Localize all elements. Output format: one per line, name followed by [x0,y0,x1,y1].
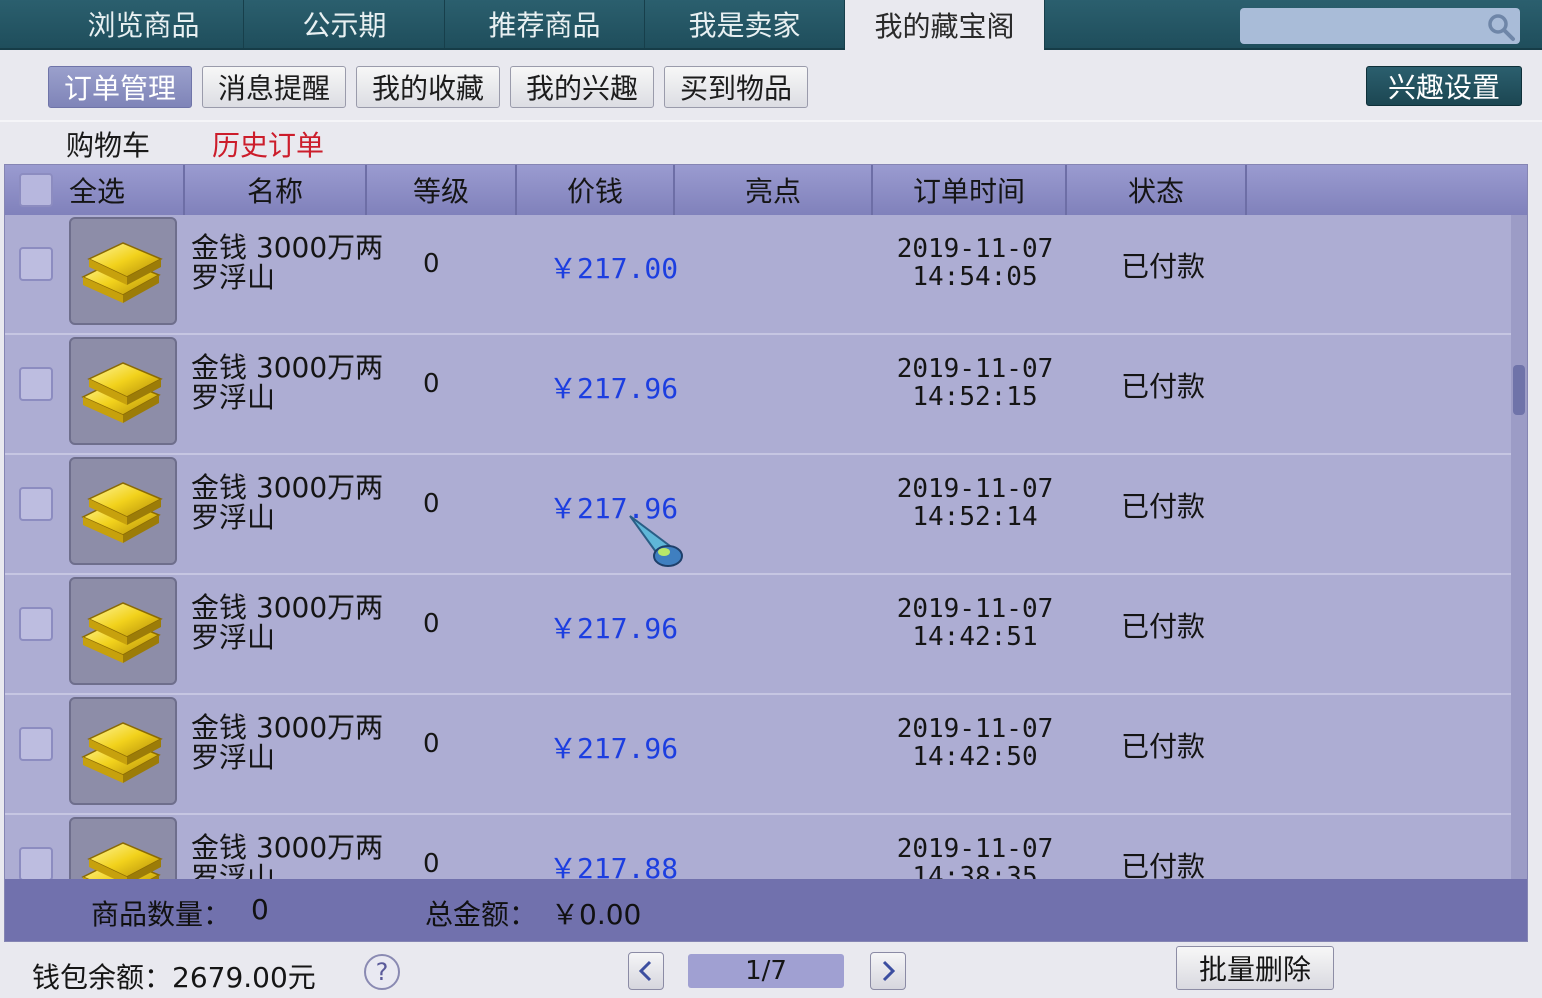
top-nav-bar: 浏览商品 公示期 推荐商品 我是卖家 我的藏宝阁 [0,0,1542,50]
row-checkbox[interactable] [19,247,53,281]
order-time: 2019-11-07 14:54:05 [896,234,1054,292]
table-row[interactable]: 金钱 3000万两 罗浮山 0 ￥217.88 2019-11-07 14:38… [5,815,1511,879]
item-price: ￥217.96 [549,372,679,405]
row-checkbox[interactable] [19,727,53,761]
divider [0,120,1542,122]
prev-page-button[interactable] [628,952,664,990]
order-status: 已付款 [1121,490,1206,523]
cursor-icon [629,515,683,567]
table-body: 金钱 3000万两 罗浮山 0 ￥217.00 2019-11-07 14:54… [5,215,1511,879]
chevron-left-icon [638,960,652,982]
item-name: 金钱 3000万两 罗浮山 [191,591,384,654]
subtab-message-reminder[interactable]: 消息提醒 [202,66,346,108]
gold-ingot-icon [69,337,177,445]
item-price: ￥217.88 [549,852,679,879]
next-page-button[interactable] [870,952,906,990]
table-row[interactable]: 金钱 3000万两 罗浮山 0 ￥217.96 2019-11-07 14:42… [5,575,1511,695]
item-level: 0 [423,729,440,759]
batch-delete-button[interactable]: 批量删除 [1176,946,1334,990]
tab-browse-goods[interactable]: 浏览商品 [44,0,244,48]
order-status: 已付款 [1121,250,1206,283]
row-checkbox[interactable] [19,367,53,401]
subtab-my-interests[interactable]: 我的兴趣 [510,66,654,108]
subtab-purchased-items[interactable]: 买到物品 [664,66,808,108]
help-icon[interactable]: ? [364,954,400,990]
order-time: 2019-11-07 14:42:50 [896,714,1054,772]
item-level: 0 [423,489,440,519]
row-checkbox[interactable] [19,607,53,641]
item-price: ￥217.00 [549,252,679,285]
select-all-checkbox[interactable] [19,173,53,207]
table-header: 全选 名称 等级 价钱 亮点 订单时间 状态 [5,165,1527,215]
item-level: 0 [423,609,440,639]
wallet-balance: 钱包余额：2679.00元 [32,961,316,994]
total-amount-label: 总金额： [425,898,538,931]
header-select-all[interactable]: 全选 [61,165,185,215]
order-status: 已付款 [1121,370,1206,403]
order-time: 2019-11-07 14:52:14 [896,474,1054,532]
header-level: 等级 [367,165,517,215]
interest-settings-button[interactable]: 兴趣设置 [1366,66,1522,106]
item-name: 金钱 3000万两 罗浮山 [191,711,384,774]
scroll-thumb[interactable] [1513,365,1525,415]
table-row[interactable]: 金钱 3000万两 罗浮山 0 ￥217.96 2019-11-07 14:42… [5,695,1511,815]
order-status: 已付款 [1121,850,1206,879]
gold-ingot-icon [69,577,177,685]
header-order-time: 订单时间 [873,165,1067,215]
order-time: 2019-11-07 14:42:51 [896,594,1054,652]
subtab-my-favorites[interactable]: 我的收藏 [356,66,500,108]
item-level: 0 [423,249,440,279]
table-row[interactable]: 金钱 3000万两 罗浮山 0 ￥217.96 2019-11-07 14:52… [5,335,1511,455]
item-count-value: 0 [251,893,269,926]
page-indicator: 1/7 [688,954,844,988]
orders-table: 全选 名称 等级 价钱 亮点 订单时间 状态 金钱 3000万两 罗浮山 0 ￥… [4,164,1528,942]
table-scrollbar[interactable] [1511,215,1527,879]
order-time: 2019-11-07 14:52:15 [896,354,1054,412]
item-name: 金钱 3000万两 罗浮山 [191,231,384,294]
history-orders-link[interactable]: 历史订单 [212,124,324,164]
tab-my-treasure[interactable]: 我的藏宝阁 [845,0,1045,50]
gold-ingot-icon [69,817,177,879]
header-status: 状态 [1067,165,1247,215]
item-price: ￥217.96 [549,612,679,645]
order-time: 2019-11-07 14:38:35 [896,834,1054,879]
row-checkbox[interactable] [19,847,53,879]
search-input[interactable] [1246,12,1480,42]
header-name: 名称 [185,165,367,215]
order-status: 已付款 [1121,610,1206,643]
row-checkbox[interactable] [19,487,53,521]
gold-ingot-icon [69,697,177,805]
tab-recommended[interactable]: 推荐商品 [445,0,645,48]
summary-bar: 商品数量： 0 总金额： ￥0.00 [5,879,1527,941]
header-price: 价钱 [517,165,675,215]
total-amount-value: ￥0.00 [551,898,642,931]
tab-i-am-seller[interactable]: 我是卖家 [645,0,845,48]
search-icon[interactable] [1486,12,1516,42]
item-level: 0 [423,849,440,879]
tab-public-period[interactable]: 公示期 [245,0,445,48]
gold-ingot-icon [69,217,177,325]
item-level: 0 [423,369,440,399]
header-highlight: 亮点 [675,165,873,215]
item-count-label: 商品数量： [91,898,232,931]
cart-link[interactable]: 购物车 [66,124,150,164]
item-name: 金钱 3000万两 罗浮山 [191,471,384,534]
table-row[interactable]: 金钱 3000万两 罗浮山 0 ￥217.00 2019-11-07 14:54… [5,215,1511,335]
chevron-right-icon [882,960,896,982]
subtab-order-management[interactable]: 订单管理 [48,66,192,108]
item-name: 金钱 3000万两 罗浮山 [191,831,384,880]
gold-ingot-icon [69,457,177,565]
item-name: 金钱 3000万两 罗浮山 [191,351,384,414]
order-status: 已付款 [1121,730,1206,763]
table-row[interactable]: 金钱 3000万两 罗浮山 0 ￥217.96 2019-11-07 14:52… [5,455,1511,575]
search-box [1240,8,1520,44]
item-price: ￥217.96 [549,732,679,765]
